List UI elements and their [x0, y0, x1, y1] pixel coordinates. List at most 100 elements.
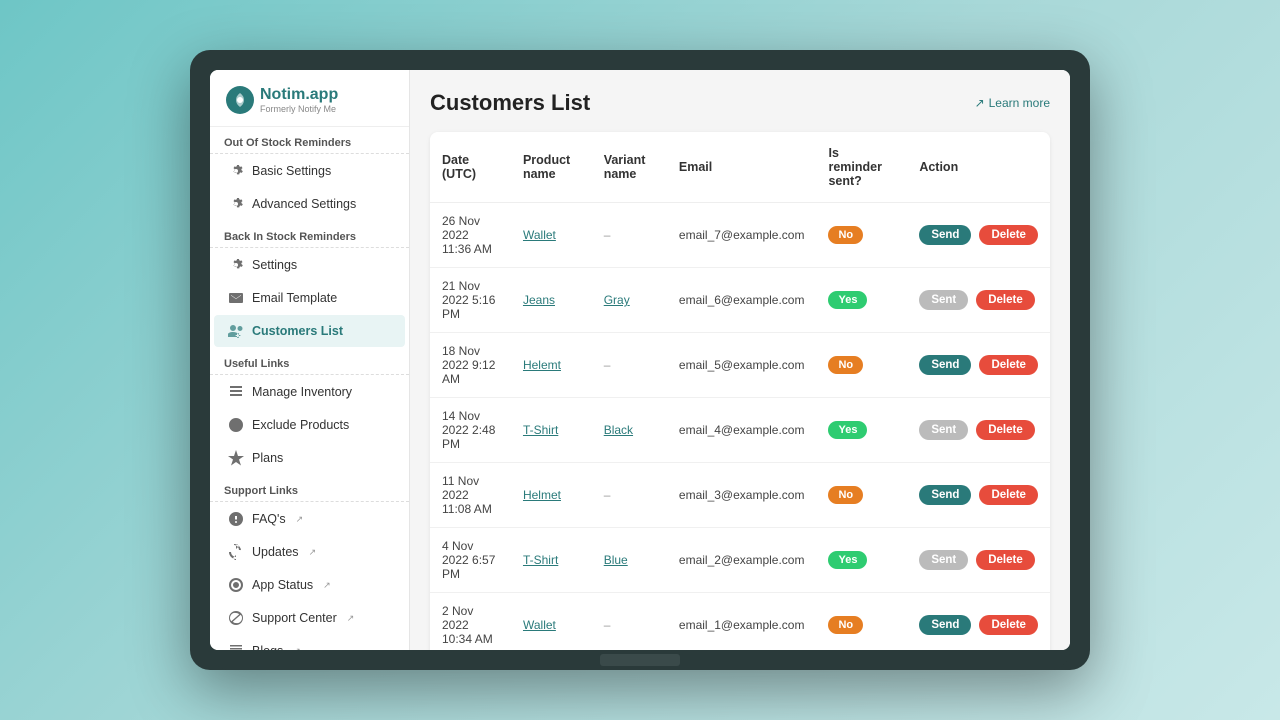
- cell-product: T-Shirt: [511, 528, 592, 593]
- sidebar-item-exclude-products[interactable]: Exclude Products: [214, 409, 405, 441]
- sent-button: Sent: [919, 290, 968, 310]
- external-icon: ↗: [309, 547, 317, 558]
- page-title: Customers List: [430, 90, 590, 116]
- email-template-label: Email Template: [252, 291, 337, 305]
- app-subtitle: Formerly Notify Me: [260, 104, 338, 114]
- send-button[interactable]: Send: [919, 355, 971, 375]
- manage-inventory-label: Manage Inventory: [252, 385, 352, 399]
- send-button[interactable]: Send: [919, 485, 971, 505]
- table-row: 14 Nov 2022 2:48 PM T-Shirt Black email_…: [430, 398, 1050, 463]
- app-logo: Notim.app Formerly Notify Me: [210, 70, 409, 127]
- reminder-badge: No: [828, 616, 863, 634]
- delete-button[interactable]: Delete: [979, 225, 1038, 245]
- table-row: 26 Nov 2022 11:36 AM Wallet – email_7@ex…: [430, 203, 1050, 268]
- cell-email: email_3@example.com: [667, 463, 817, 528]
- cell-action: Sent Delete: [907, 528, 1050, 593]
- delete-button[interactable]: Delete: [976, 420, 1035, 440]
- sidebar-item-manage-inventory[interactable]: Manage Inventory: [214, 376, 405, 408]
- cell-date: 21 Nov 2022 5:16 PM: [430, 268, 511, 333]
- product-link[interactable]: Helmet: [523, 488, 561, 502]
- learn-more-text: Learn more: [989, 96, 1050, 110]
- send-button[interactable]: Send: [919, 615, 971, 635]
- product-link[interactable]: Jeans: [523, 293, 555, 307]
- product-link[interactable]: T-Shirt: [523, 423, 558, 437]
- learn-more-link[interactable]: ↗ Learn more: [975, 96, 1050, 110]
- sidebar-item-email-template[interactable]: Email Template: [214, 282, 405, 314]
- main-content: Customers List ↗ Learn more Date (UTC) P…: [410, 70, 1070, 650]
- trackpad: [600, 654, 680, 666]
- sidebar-item-support-center[interactable]: Support Center ↗: [214, 602, 405, 634]
- app-name: Notim.app: [260, 86, 338, 104]
- cell-date: 26 Nov 2022 11:36 AM: [430, 203, 511, 268]
- customers-table-container: Date (UTC) Product name Variant name Ema…: [430, 132, 1050, 650]
- cell-reminder: No: [816, 593, 907, 651]
- sidebar-item-advanced-settings[interactable]: Advanced Settings: [214, 188, 405, 220]
- cell-product: Helmet: [511, 463, 592, 528]
- delete-button[interactable]: Delete: [979, 355, 1038, 375]
- product-link[interactable]: T-Shirt: [523, 553, 558, 567]
- cell-action: Send Delete: [907, 333, 1050, 398]
- sidebar-item-basic-settings[interactable]: Basic Settings: [214, 155, 405, 187]
- external-icon: ↗: [323, 580, 331, 591]
- cell-email: email_4@example.com: [667, 398, 817, 463]
- cell-product: Helemt: [511, 333, 592, 398]
- sent-button: Sent: [919, 420, 968, 440]
- external-icon: ↗: [975, 96, 985, 110]
- cell-product: T-Shirt: [511, 398, 592, 463]
- external-icon: ↗: [347, 613, 355, 624]
- delete-button[interactable]: Delete: [979, 485, 1038, 505]
- cell-email: email_7@example.com: [667, 203, 817, 268]
- section-bis: Back In Stock Reminders: [210, 221, 409, 248]
- cell-variant: –: [592, 463, 667, 528]
- delete-button[interactable]: Delete: [976, 550, 1035, 570]
- sidebar-item-blogs[interactable]: Blogs ↗: [214, 635, 405, 650]
- cell-variant: Black: [592, 398, 667, 463]
- cell-variant: –: [592, 333, 667, 398]
- reminder-badge: Yes: [828, 551, 867, 569]
- delete-button[interactable]: Delete: [979, 615, 1038, 635]
- table-row: 4 Nov 2022 6:57 PM T-Shirt Blue email_2@…: [430, 528, 1050, 593]
- app-status-label: App Status: [252, 578, 313, 592]
- section-support: Support Links: [210, 475, 409, 502]
- variant-dash: –: [604, 618, 611, 632]
- variant-dash: –: [604, 228, 611, 242]
- variant-dash: –: [604, 488, 611, 502]
- cell-reminder: Yes: [816, 528, 907, 593]
- cell-action: Send Delete: [907, 593, 1050, 651]
- cell-variant: –: [592, 593, 667, 651]
- table-row: 11 Nov 2022 11:08 AM Helmet – email_3@ex…: [430, 463, 1050, 528]
- cell-product: Jeans: [511, 268, 592, 333]
- reminder-badge: No: [828, 356, 863, 374]
- cell-reminder: No: [816, 463, 907, 528]
- page-header: Customers List ↗ Learn more: [430, 90, 1050, 116]
- variant-link[interactable]: Black: [604, 423, 633, 437]
- sidebar-item-settings[interactable]: Settings: [214, 249, 405, 281]
- sidebar-item-customers-list[interactable]: Customers List: [214, 315, 405, 347]
- delete-button[interactable]: Delete: [976, 290, 1035, 310]
- header-variant: Variant name: [592, 132, 667, 203]
- product-link[interactable]: Wallet: [523, 228, 556, 242]
- variant-link[interactable]: Gray: [604, 293, 630, 307]
- header-product: Product name: [511, 132, 592, 203]
- header-email: Email: [667, 132, 817, 203]
- product-link[interactable]: Wallet: [523, 618, 556, 632]
- customers-table: Date (UTC) Product name Variant name Ema…: [430, 132, 1050, 650]
- cell-action: Sent Delete: [907, 268, 1050, 333]
- table-row: 18 Nov 2022 9:12 AM Helemt – email_5@exa…: [430, 333, 1050, 398]
- cell-date: 18 Nov 2022 9:12 AM: [430, 333, 511, 398]
- variant-link[interactable]: Blue: [604, 553, 628, 567]
- reminder-badge: No: [828, 486, 863, 504]
- section-oos: Out Of Stock Reminders: [210, 127, 409, 154]
- cell-email: email_6@example.com: [667, 268, 817, 333]
- cell-variant: Gray: [592, 268, 667, 333]
- cell-action: Send Delete: [907, 463, 1050, 528]
- send-button[interactable]: Send: [919, 225, 971, 245]
- sidebar-item-app-status[interactable]: App Status ↗: [214, 569, 405, 601]
- sidebar-item-updates[interactable]: Updates ↗: [214, 536, 405, 568]
- sidebar-item-faqs[interactable]: FAQ's ↗: [214, 503, 405, 535]
- advanced-settings-label: Advanced Settings: [252, 197, 356, 211]
- product-link[interactable]: Helemt: [523, 358, 561, 372]
- customers-list-label: Customers List: [252, 324, 343, 338]
- sidebar-item-plans[interactable]: Plans: [214, 442, 405, 474]
- cell-date: 14 Nov 2022 2:48 PM: [430, 398, 511, 463]
